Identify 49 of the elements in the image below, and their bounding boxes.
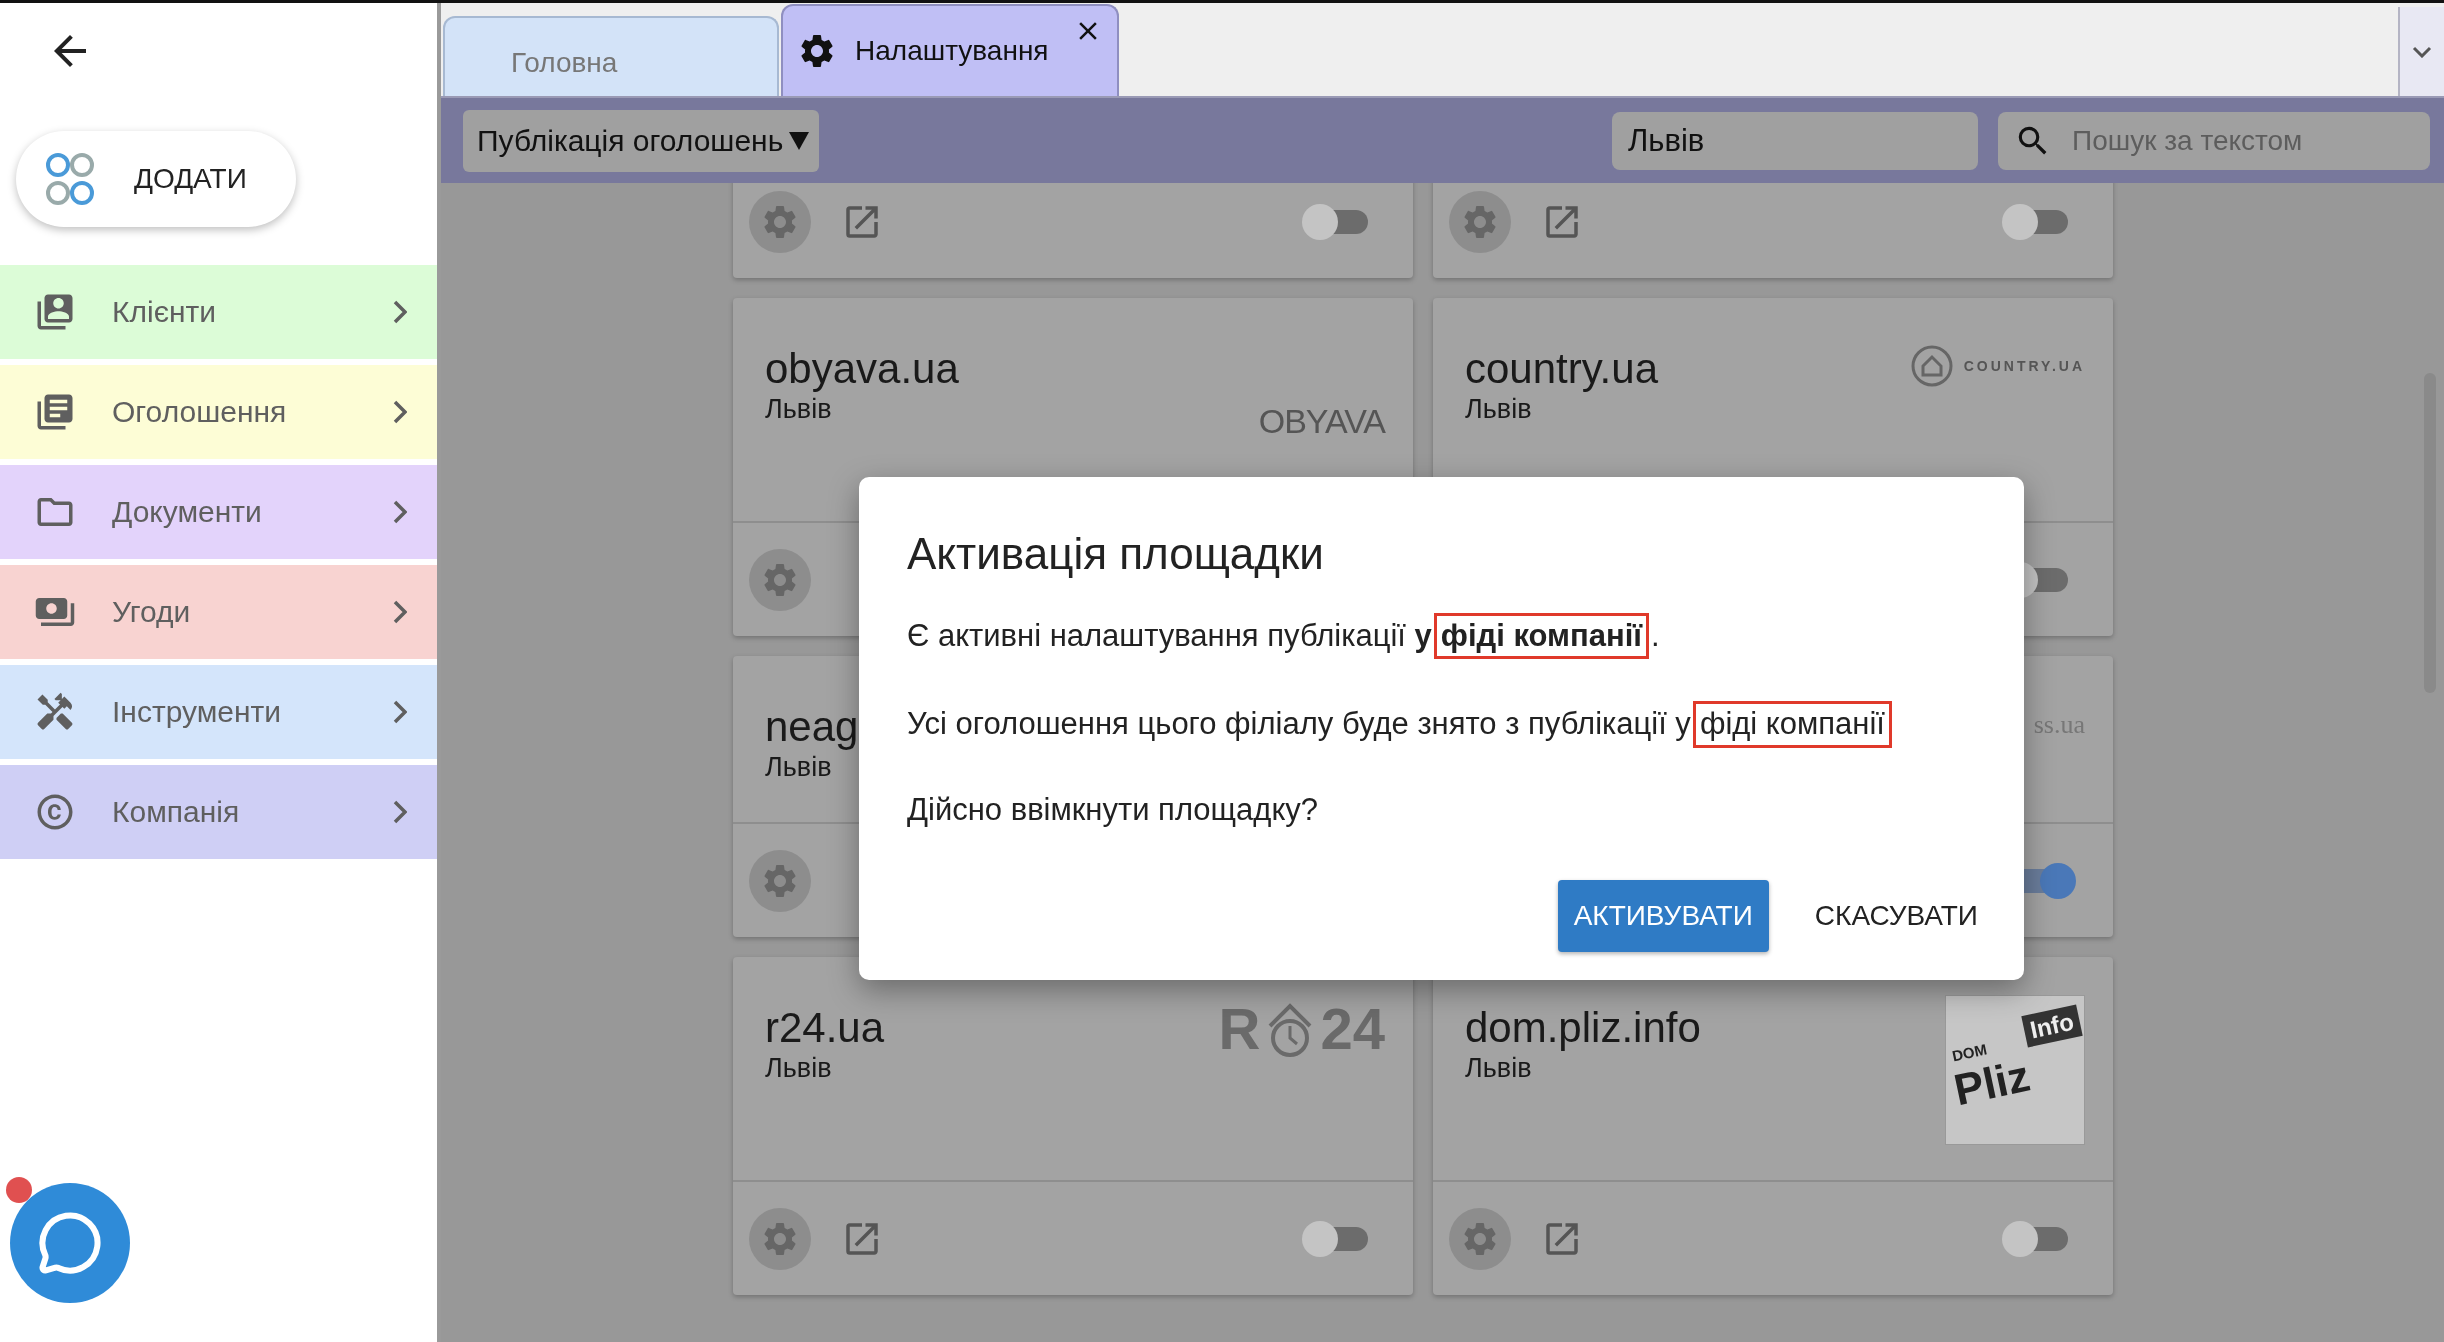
nav-label: Оголошення xyxy=(112,395,288,429)
nav-label: Клієнти xyxy=(112,295,218,329)
site-logo: R 24 xyxy=(1218,995,1385,1062)
cancel-button[interactable]: СКАСУВАТИ xyxy=(1798,879,1994,952)
site-city: Львів xyxy=(765,394,833,426)
chevron-down-icon xyxy=(2412,45,2432,58)
activate-button[interactable]: АКТИВУВАТИ xyxy=(1557,879,1769,952)
nav-item[interactable]: Компанія xyxy=(0,765,437,859)
dialog-title: Активація площадки xyxy=(907,529,1325,579)
tab[interactable]: Головна xyxy=(443,16,779,96)
site-city: Львів xyxy=(765,752,833,784)
add-button[interactable]: ДОДАТИ xyxy=(16,131,296,227)
dialog-text: Дійсно ввімкнути площадку? xyxy=(907,790,1320,829)
nav-label: Компанія xyxy=(112,795,241,829)
caret-icon xyxy=(787,129,812,152)
chevron-right-icon xyxy=(393,800,407,824)
chevron-right-icon xyxy=(393,300,407,324)
chevron-right-icon xyxy=(393,400,407,424)
nav-item[interactable]: Інструменти xyxy=(0,665,437,759)
nav-label: Документи xyxy=(112,495,263,529)
dialog-text: Усі оголошення цього філіалу буде знято з публікації у фіді компанії xyxy=(907,701,1994,748)
nav-item[interactable]: Клієнти xyxy=(0,265,437,359)
nav-item[interactable]: Документи xyxy=(0,465,437,559)
site-name: country.ua xyxy=(1465,344,1658,394)
city-field[interactable]: Львів xyxy=(1612,111,1978,170)
tabs-menu-button[interactable] xyxy=(2398,7,2444,96)
chevron-right-icon xyxy=(393,600,407,624)
site-logo: Info DOM Pliz xyxy=(1945,995,2085,1145)
search-field[interactable]: Пошук за текстом xyxy=(1998,111,2430,170)
site-city: Львів xyxy=(1465,394,1533,426)
nav-label: Угоди xyxy=(112,595,192,629)
site-name: dom.pliz.info xyxy=(1465,1003,1701,1053)
site-name: neag xyxy=(765,702,859,752)
site-name: obyava.ua xyxy=(765,344,959,394)
site-city: Львів xyxy=(765,1053,833,1085)
site-logo: OBYAVA xyxy=(1258,402,1385,441)
chevron-right-icon xyxy=(393,500,407,524)
section-dropdown[interactable]: Публікація оголошень xyxy=(463,109,820,172)
chevron-right-icon xyxy=(393,700,407,724)
nav-label: Інструменти xyxy=(112,695,283,729)
house-logo-icon xyxy=(1909,344,1954,388)
site-logo: COUNTRY.UA xyxy=(1909,344,2085,388)
site-name: r24.ua xyxy=(765,1003,885,1053)
site-city: Львів xyxy=(1465,1053,1533,1085)
nav-item[interactable]: Угоди xyxy=(0,565,437,659)
tab[interactable]: Налаштування xyxy=(781,4,1119,96)
chat-bubble-icon xyxy=(37,1210,103,1276)
dialog-text: Є активні налаштування публікації у фіді компанії . xyxy=(907,613,1994,660)
nav-item[interactable]: Оголошення xyxy=(0,365,437,459)
